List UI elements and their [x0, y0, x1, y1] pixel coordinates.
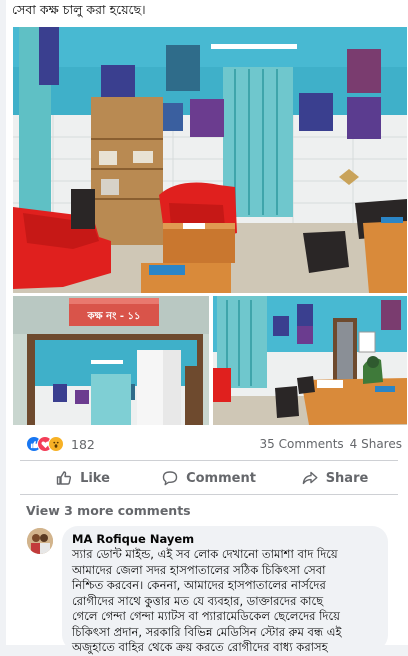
shares-count[interactable]: 4 Shares	[350, 437, 402, 451]
reaction-count: 182	[71, 436, 95, 452]
view-more-comments-link[interactable]: View 3 more comments	[26, 503, 191, 518]
main-photo[interactable]	[13, 27, 407, 293]
doctor-room-photo[interactable]	[213, 296, 407, 425]
share-icon	[302, 470, 318, 486]
thumbs-up-icon	[56, 470, 72, 486]
comment-icon	[162, 470, 178, 486]
post-card: সেবা কক্ষ চালু করা হয়েছে। কক্ষ নং - ১১ …	[6, 0, 408, 654]
comment-button[interactable]: Comment	[146, 463, 272, 493]
comment-text-line: আমাদের জেলা সদর হাসপাতালের সঠিক চিকিৎসা …	[72, 562, 326, 577]
comment-bubble: MA Rofique Nayem স্যার ডোন্ট মাইন্ড, এই …	[62, 526, 388, 654]
comment-text-line: চিকিৎসা প্রদান, সরকারি বিভিন্ন মেডিসিন স…	[72, 624, 342, 639]
commenter-avatar[interactable]	[27, 528, 53, 554]
comment-text-line: স্যার ডোন্ট মাইন্ড, এই সব লোক দেখানো তাম…	[72, 547, 338, 561]
post-text: সেবা কক্ষ চালু করা হয়েছে।	[12, 2, 146, 17]
wow-icon	[48, 436, 64, 452]
comment-text-line: নিশ্চিত করবেন। কেননা, আমাদের হাসপাতালের …	[72, 578, 326, 592]
post-actions: Like Comment Share	[20, 463, 398, 493]
post-stats: 35 Comments 4 Shares	[260, 437, 402, 451]
comments-count[interactable]: 35 Comments	[260, 437, 344, 451]
share-button[interactable]: Share	[272, 463, 398, 493]
reactions-summary[interactable]: 182	[26, 435, 95, 453]
share-label: Share	[325, 470, 369, 486]
comment-text-line: অজুহাতে বাহির থেকে ক্রয় করতে রোগীদের বা…	[72, 640, 328, 654]
divider-bottom	[20, 494, 398, 495]
door-sign-text: কক্ষ নং - ১১	[87, 311, 141, 322]
like-button[interactable]: Like	[20, 463, 146, 493]
like-label: Like	[80, 470, 110, 486]
comment-text-line: গেলে গেন্দা গেন্দা ম্যাটস বা প্যারামেডিক…	[72, 609, 340, 623]
room-door-photo[interactable]: কক্ষ নং - ১১	[13, 296, 209, 425]
divider-top	[20, 460, 398, 461]
comment-author[interactable]: MA Rofique Nayem	[72, 532, 378, 546]
comment-label: Comment	[186, 470, 256, 486]
comment-text-line: রোগীদের সাথে কুত্তার মত যে ব্যবহার, ডাক্…	[72, 593, 324, 608]
